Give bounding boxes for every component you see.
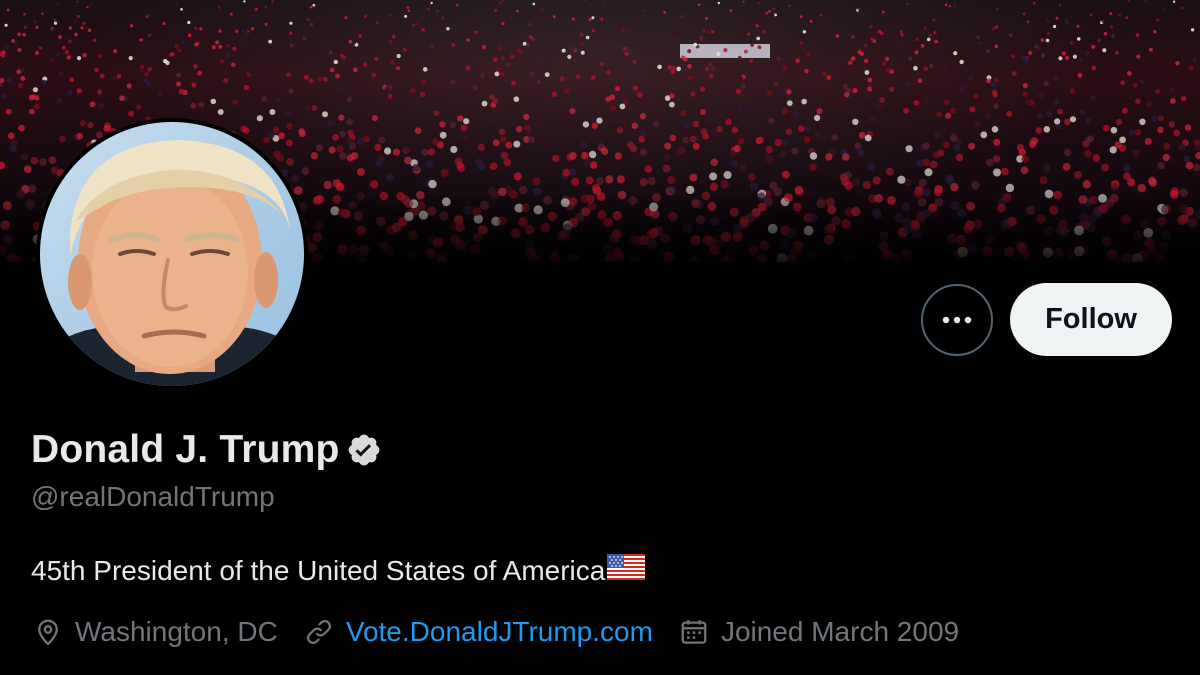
- profile-meta-row: Washington, DC Vote.DonaldJTrump.com Joi…: [33, 616, 985, 648]
- verified-badge-icon[interactable]: [346, 432, 382, 468]
- joined-text: Joined March 2009: [720, 616, 960, 647]
- link-icon: [304, 617, 334, 647]
- calendar-icon: [679, 617, 709, 647]
- website-link[interactable]: Vote.DonaldJTrump.com: [346, 616, 653, 648]
- profile-name-row: Donald J. Trump: [31, 428, 382, 472]
- profile-bio: 45th President of the United States of A…: [31, 554, 646, 587]
- location-text: Washington, DC: [75, 616, 278, 647]
- us-flag-icon: [607, 554, 646, 587]
- avatar[interactable]: [36, 118, 308, 390]
- bio-text: 45th President of the United States of A…: [31, 554, 606, 586]
- profile-location: Washington, DC: [33, 616, 278, 648]
- display-name: Donald J. Trump: [31, 428, 340, 471]
- profile-joined: Joined March 2009: [679, 616, 959, 648]
- profile-website: Vote.DonaldJTrump.com: [304, 616, 653, 648]
- follow-button[interactable]: Follow: [1010, 283, 1172, 356]
- more-options-button[interactable]: [921, 284, 993, 356]
- avatar-image: [40, 122, 304, 386]
- more-horizontal-icon: [942, 316, 972, 324]
- profile-handle: @realDonaldTrump: [31, 481, 275, 512]
- location-pin-icon: [33, 617, 63, 647]
